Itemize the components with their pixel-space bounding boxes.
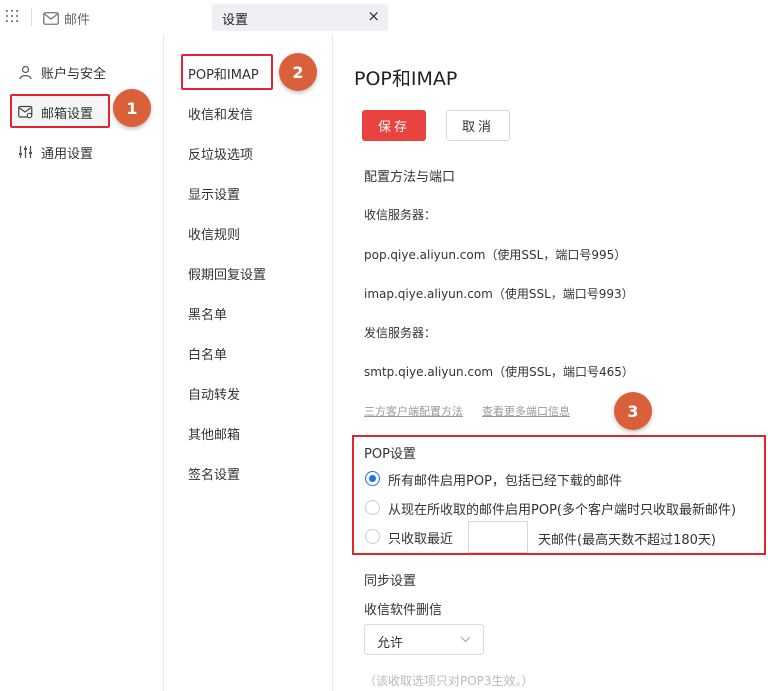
outgoing-server-label: 发信服务器：: [364, 326, 437, 340]
page-title: POP和IMAP: [354, 68, 458, 90]
delete-policy-select[interactable]: 允许: [364, 624, 484, 655]
main-panel: POP和IMAP 保存 取消 配置方法与端口 收信服务器： pop.qiye.a…: [334, 36, 768, 691]
radio-recent-days[interactable]: [365, 529, 380, 544]
sidebar-item-account-security[interactable]: 账户与安全: [18, 61, 106, 83]
close-icon[interactable]: ×: [367, 7, 380, 25]
step-badge-3: 3: [614, 392, 652, 430]
pop-settings-box: POP设置 所有邮件启用POP，包括已经下载的邮件 从现在所收取的邮件启用POP…: [352, 435, 766, 555]
subnav-item-pop-imap[interactable]: POP和IMAP: [188, 64, 259, 83]
cancel-button[interactable]: 取消: [446, 110, 510, 141]
subnav-item-send-receive[interactable]: 收信和发信: [188, 104, 253, 123]
user-icon: [19, 65, 32, 79]
save-button[interactable]: 保存: [362, 110, 426, 141]
mail-icon: [43, 11, 59, 25]
tab-settings[interactable]: 设置 ×: [212, 4, 388, 31]
subnav-item-blacklist[interactable]: 黑名单: [188, 304, 227, 323]
sidebar-item-label: 通用设置: [41, 146, 94, 162]
sidebar-item-mailbox-settings[interactable]: 邮箱设置: [18, 101, 93, 123]
radio-from-now-pop[interactable]: [365, 500, 380, 515]
tab-settings-label: 设置: [222, 13, 249, 28]
imap-server-info: imap.qiye.aliyun.com（使用SSL，端口号993）: [364, 287, 634, 301]
app-grid-icon[interactable]: [6, 10, 20, 24]
subnav-item-auto-forward[interactable]: 自动转发: [188, 384, 240, 403]
radio-from-now-pop-label[interactable]: 从现在所收取的邮件启用POP(多个客户端时只收取最新邮件): [388, 499, 736, 518]
top-bar: 邮件 设置 ×: [0, 0, 768, 36]
topbar-divider: [31, 8, 32, 26]
pop-server-info: pop.qiye.aliyun.com（使用SSL，端口号995）: [364, 248, 627, 262]
delete-policy-value: 允许: [377, 636, 404, 651]
recent-days-input[interactable]: [468, 521, 528, 553]
step-badge-2: 2: [279, 53, 317, 91]
settings-subnav: POP和IMAP 收信和发信 反垃圾选项 显示设置 收信规则 假期回复设置 黑名…: [165, 36, 333, 691]
step-badge-1: 1: [113, 89, 151, 127]
subnav-item-antispam[interactable]: 反垃圾选项: [188, 144, 253, 163]
radio-all-mail-pop-label[interactable]: 所有邮件启用POP，包括已经下载的邮件: [388, 470, 622, 489]
pop3-footnote: （该收取选项只对POP3生效。）: [364, 674, 534, 688]
smtp-server-info: smtp.qiye.aliyun.com（使用SSL，端口号465）: [364, 365, 634, 379]
tab-mail-label: 邮件: [64, 12, 91, 28]
subnav-item-whitelist[interactable]: 白名单: [188, 344, 227, 363]
subnav-item-display[interactable]: 显示设置: [188, 184, 240, 203]
subnav-item-rules[interactable]: 收信规则: [188, 224, 240, 243]
left-sidebar: 账户与安全 邮箱设置 通用设置: [0, 36, 164, 691]
recent-days-suffix: 天邮件(最高天数不超过180天): [538, 533, 716, 548]
sync-heading: 同步设置: [364, 574, 417, 589]
pop-settings-title: POP设置: [364, 447, 416, 462]
chevron-down-icon: [460, 636, 471, 643]
subnav-item-signature[interactable]: 签名设置: [188, 464, 240, 483]
tab-mail[interactable]: 邮件: [43, 9, 91, 28]
sidebar-item-label: 邮箱设置: [41, 106, 94, 122]
sliders-icon: [19, 146, 32, 158]
config-heading: 配置方法与端口: [364, 170, 456, 185]
radio-recent-days-label[interactable]: 只收取最近: [388, 528, 453, 547]
third-party-config-link[interactable]: 三方客户端配置方法: [364, 403, 463, 419]
radio-all-mail-pop[interactable]: [365, 471, 380, 486]
sidebar-item-label: 账户与安全: [41, 66, 107, 82]
mailbox-settings-icon: [18, 105, 33, 119]
subnav-item-vacation-reply[interactable]: 假期回复设置: [188, 264, 266, 283]
delete-heading: 收信软件删信: [364, 603, 443, 618]
incoming-server-label: 收信服务器：: [364, 208, 437, 222]
subnav-item-other-mailbox[interactable]: 其他邮箱: [188, 424, 240, 443]
sidebar-item-general-settings[interactable]: 通用设置: [18, 141, 93, 163]
more-ports-link[interactable]: 查看更多端口信息: [482, 403, 570, 419]
